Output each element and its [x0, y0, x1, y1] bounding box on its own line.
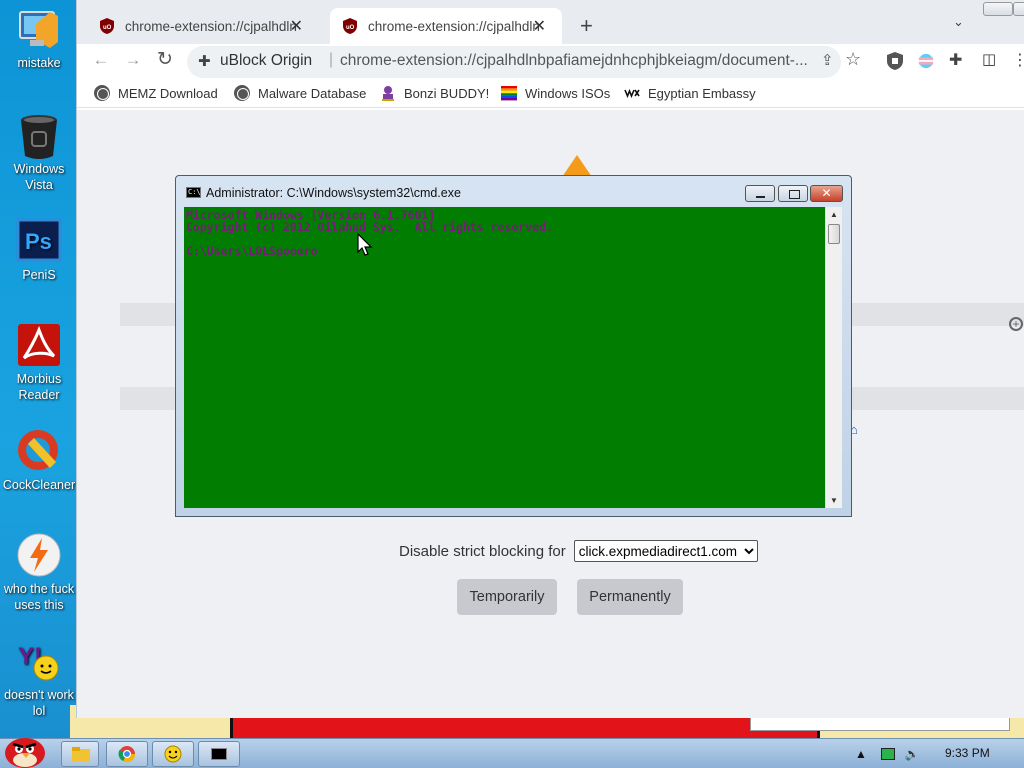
- bookmark-memz[interactable]: MEMZ Download: [94, 85, 218, 101]
- extensions-puzzle-icon[interactable]: ✚: [949, 50, 965, 69]
- desktop-icon-penis[interactable]: Ps PeniS: [1, 218, 77, 283]
- site-chip[interactable]: uBlock Origin: [220, 52, 312, 70]
- cmd-minimize-button[interactable]: [745, 185, 775, 202]
- bookmark-star-icon[interactable]: ☆: [845, 49, 861, 70]
- desktop-icon-cockcleaner[interactable]: CockCleaner: [1, 428, 77, 493]
- cmd-scrollbar[interactable]: ▲ ▼: [825, 207, 842, 508]
- url-text[interactable]: chrome-extension://cjpalhdlnbpafiamejdnh…: [340, 52, 814, 70]
- taskbar-clock[interactable]: 9:33 PM: [945, 746, 990, 760]
- taskbar-chrome[interactable]: [106, 741, 148, 767]
- svg-text:uO: uO: [103, 25, 112, 31]
- extension-puzzle-icon: ✚: [198, 53, 211, 70]
- window-maximize-button[interactable]: [1013, 2, 1024, 16]
- bookmark-malware-db[interactable]: Malware Database: [234, 85, 366, 101]
- reload-icon[interactable]: ↻: [154, 48, 176, 71]
- tab-active[interactable]: uO chrome-extension://cjpalhdlnb ✕: [330, 8, 562, 44]
- bookmark-bonzi[interactable]: Bonzi BUDDY!: [380, 85, 489, 101]
- wix-icon: [624, 88, 640, 99]
- strict-blocking-select[interactable]: click.expmediadirect1.com: [573, 540, 758, 562]
- system-tray: ▲ 🔈: [855, 744, 920, 764]
- globe-icon: [94, 85, 110, 101]
- ublock-logo-cone: [562, 155, 592, 177]
- tab-strip: uO chrome-extension://cjpalhdlnb ✕ uO ch…: [77, 0, 1024, 44]
- globe-icon: [234, 85, 250, 101]
- toolbar: ← → ↻ ✚ uBlock Origin | chrome-extension…: [77, 44, 1024, 78]
- permanently-button[interactable]: Permanently: [577, 579, 683, 615]
- yahoo-messenger-icon: Y!: [16, 638, 62, 684]
- ublock-favicon-icon: uO: [343, 18, 357, 34]
- svg-text:Ps: Ps: [25, 229, 52, 254]
- bookmarks-bar: MEMZ Download Malware Database Bonzi BUD…: [77, 80, 1024, 108]
- cmd-titlebar[interactable]: C:\ Administrator: C:\Windows\system32\c…: [176, 176, 851, 204]
- chrome-icon: [118, 746, 136, 763]
- cmd-taskbar-icon: [211, 748, 227, 760]
- computer-folder-icon: [16, 6, 62, 52]
- ublock-extension-icon[interactable]: [887, 52, 903, 70]
- taskbar-cmd[interactable]: [198, 741, 240, 767]
- taskbar: ▲ 🔈 9:33 PM: [0, 738, 1024, 768]
- tab-inactive[interactable]: uO chrome-extension://cjpalhdlnb ✕: [87, 8, 319, 44]
- acrobat-icon: [16, 322, 62, 368]
- desktop-icon-doesnt-work[interactable]: Y! doesn't work lol: [1, 638, 77, 719]
- cmd-app-icon: C:\: [186, 187, 201, 198]
- rainbow-flag-icon: [501, 86, 517, 101]
- scroll-down-icon[interactable]: ▼: [830, 496, 838, 505]
- address-bar[interactable]: ✚ uBlock Origin | chrome-extension://cjp…: [187, 46, 841, 78]
- angry-bird-start-icon[interactable]: [2, 731, 48, 768]
- ccleaner-icon: [16, 428, 62, 474]
- forward-arrow-icon[interactable]: →: [122, 50, 144, 70]
- desktop-icon-who-uses-this[interactable]: who the fuck uses this: [1, 532, 77, 613]
- cmd-maximize-button[interactable]: [778, 185, 808, 202]
- photoshop-icon: Ps: [16, 218, 62, 264]
- strict-blocking-label: Disable strict blocking for: [399, 542, 566, 560]
- new-tab-icon[interactable]: +: [580, 13, 593, 39]
- taskbar-messenger[interactable]: [152, 741, 194, 767]
- scroll-thumb[interactable]: [828, 224, 840, 244]
- bookmark-windows-isos[interactable]: Windows ISOs: [501, 85, 610, 101]
- folder-icon: [72, 747, 90, 762]
- temporarily-button[interactable]: Temporarily: [457, 579, 557, 615]
- network-icon[interactable]: [880, 748, 895, 760]
- trans-flag-extension-icon[interactable]: [918, 52, 934, 70]
- volume-icon[interactable]: 🔈: [905, 747, 920, 761]
- tray-arrow-icon[interactable]: ▲: [855, 747, 867, 761]
- side-panel-icon[interactable]: ◫: [982, 50, 998, 68]
- smiley-icon: [164, 745, 182, 763]
- back-arrow-icon[interactable]: ←: [90, 50, 112, 70]
- ublock-favicon-icon: uO: [100, 18, 114, 34]
- console-line: Copyright (c) 2012 Oilahud Sys. All righ…: [186, 220, 553, 234]
- lightning-app-icon: [16, 532, 62, 578]
- share-icon[interactable]: ⇪: [821, 51, 834, 69]
- cmd-close-button[interactable]: ✕: [810, 185, 843, 202]
- svg-text:uO: uO: [346, 25, 355, 31]
- window-minimize-button[interactable]: [983, 2, 1013, 16]
- console-prompt: C:\Users\LOLSpooero: [186, 244, 318, 258]
- address-separator: |: [329, 51, 334, 68]
- desktop-icon-morbius-reader[interactable]: Morbius Reader: [1, 322, 77, 403]
- strict-blocking-row: Disable strict blocking for click.expmed…: [399, 540, 758, 562]
- tab-close-icon[interactable]: ✕: [290, 16, 303, 36]
- desktop-icon-windows-vista[interactable]: Windows Vista: [1, 112, 77, 193]
- desktop-icon-mistake[interactable]: mistake: [1, 6, 77, 71]
- tab-close-icon[interactable]: ✕: [533, 16, 546, 36]
- menu-kebab-icon[interactable]: ⋮: [1012, 50, 1024, 69]
- cartoon-red-shape: [230, 715, 820, 740]
- taskbar-explorer[interactable]: [61, 741, 99, 767]
- recycle-bin-icon: [16, 112, 62, 159]
- cmd-title: Administrator: C:\Windows\system32\cmd.e…: [206, 186, 461, 200]
- bonzi-icon: [382, 86, 394, 101]
- bookmark-egyptian-embassy[interactable]: Egyptian Embassy: [624, 85, 756, 101]
- chevron-down-icon[interactable]: ⌄: [953, 14, 964, 30]
- cmd-window[interactable]: C:\ Administrator: C:\Windows\system32\c…: [175, 175, 852, 517]
- cmd-console[interactable]: Microsoft Windows [Version 6.1.7601] Cop…: [184, 207, 825, 508]
- scroll-up-icon[interactable]: ▲: [830, 210, 838, 219]
- plus-circle-icon[interactable]: +: [1009, 317, 1023, 331]
